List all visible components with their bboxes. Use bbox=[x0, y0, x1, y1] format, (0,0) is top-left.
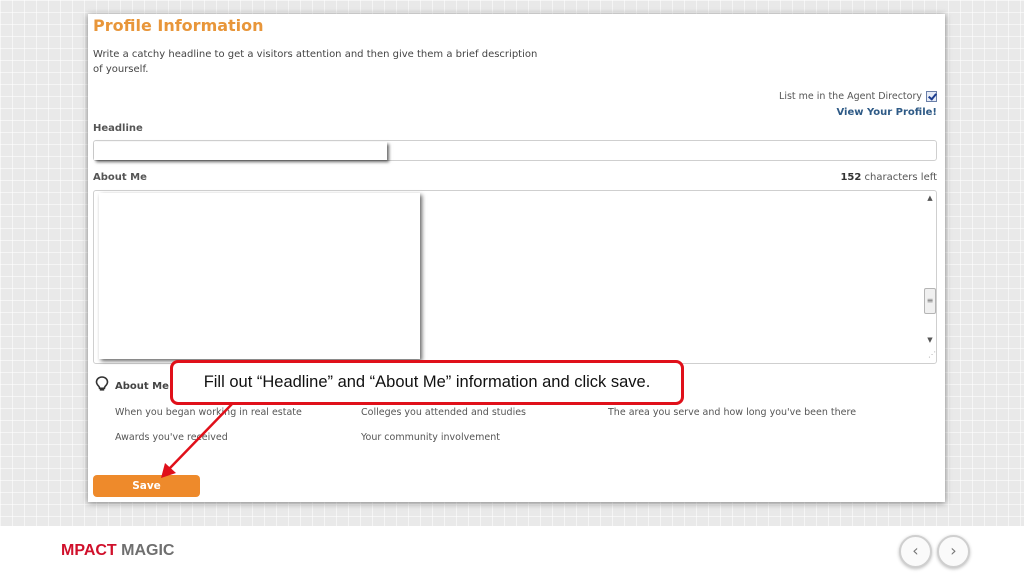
chevron-left-icon: ‹ bbox=[912, 541, 919, 560]
scroll-down-icon[interactable]: ▼ bbox=[922, 334, 938, 346]
agent-directory-checkbox[interactable] bbox=[926, 91, 937, 102]
previous-slide-button[interactable]: ‹ bbox=[899, 535, 932, 568]
brand-name-part2: MAGIC bbox=[121, 542, 175, 559]
about-me-redaction bbox=[99, 193, 420, 359]
brand-logo: MPACT MAGIC bbox=[61, 542, 174, 560]
suggestion-item: Awards you've received bbox=[115, 432, 228, 443]
headline-redaction bbox=[94, 142, 387, 160]
brand-name-part1: MPACT bbox=[61, 542, 117, 559]
page-title: Profile Information bbox=[93, 16, 264, 35]
suggestion-item: The area you serve and how long you've b… bbox=[608, 407, 857, 418]
next-slide-button[interactable]: › bbox=[937, 535, 970, 568]
view-profile-link[interactable]: View Your Profile! bbox=[836, 107, 937, 118]
suggestion-item: Your community involvement bbox=[361, 432, 500, 443]
characters-left-text: characters left bbox=[864, 172, 937, 183]
profile-panel: Profile Information Write a catchy headl… bbox=[88, 14, 945, 502]
suggestion-item: Colleges you attended and studies bbox=[361, 407, 527, 418]
profile-description: Write a catchy headline to get a visitor… bbox=[93, 49, 538, 75]
resize-grip-icon[interactable]: ⋰ bbox=[928, 350, 936, 359]
characters-left-counter: 152 characters left bbox=[840, 172, 937, 183]
headline-label: Headline bbox=[93, 123, 143, 134]
agent-directory-option: List me in the Agent Directory bbox=[779, 91, 937, 102]
lightbulb-icon bbox=[95, 376, 109, 391]
agent-directory-label: List me in the Agent Directory bbox=[779, 91, 922, 102]
save-button[interactable]: Save bbox=[93, 475, 200, 497]
scroll-up-icon[interactable]: ▲ bbox=[922, 192, 938, 204]
instruction-callout: Fill out “Headline” and “About Me” infor… bbox=[170, 360, 684, 405]
chevron-right-icon: › bbox=[950, 541, 957, 560]
characters-left-count: 152 bbox=[840, 172, 862, 183]
suggestion-item: When you began working in real estate bbox=[115, 407, 302, 418]
about-me-label: About Me bbox=[93, 172, 147, 183]
scroll-thumb[interactable]: ≡ bbox=[924, 288, 936, 314]
about-me-scrollbar[interactable]: ▲ ≡ ▼ bbox=[922, 192, 938, 346]
